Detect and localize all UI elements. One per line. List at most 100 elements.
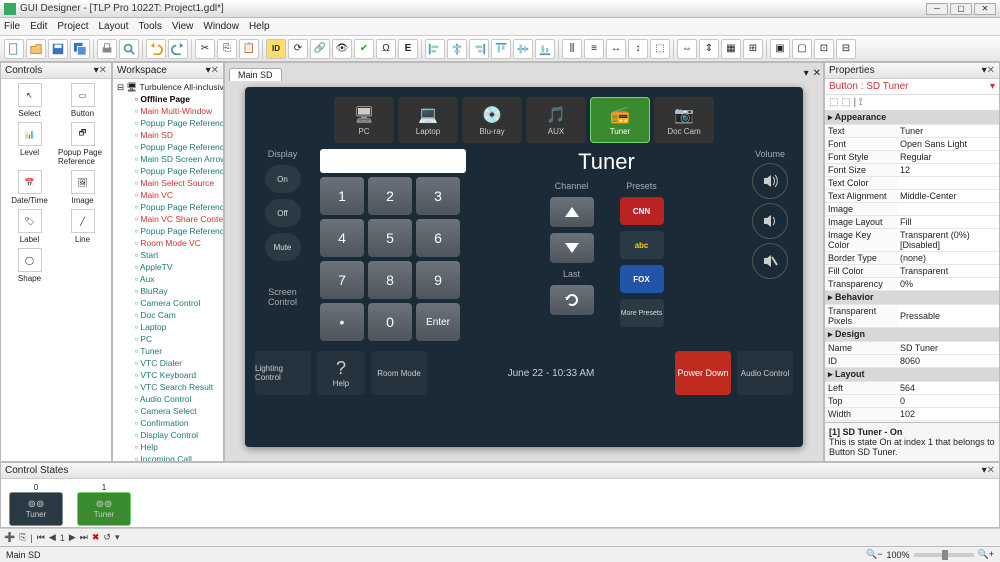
- menu-project[interactable]: Project: [57, 21, 88, 32]
- panel-close-icon[interactable]: ✕: [99, 65, 107, 76]
- id-icon[interactable]: ID: [266, 39, 286, 59]
- prop-value[interactable]: Pressable: [897, 305, 999, 328]
- minimize-button[interactable]: ─: [926, 3, 948, 15]
- tree-item[interactable]: ▫ Camera Control: [115, 297, 221, 309]
- align-left-icon[interactable]: [425, 39, 445, 59]
- align-center-h-icon[interactable]: [447, 39, 467, 59]
- key-9[interactable]: 9: [416, 261, 460, 299]
- omega-icon[interactable]: Ω: [376, 39, 396, 59]
- key-3[interactable]: 3: [416, 177, 460, 215]
- menu-file[interactable]: File: [4, 21, 20, 32]
- menu-icon[interactable]: ▾: [115, 532, 120, 543]
- design-tab[interactable]: Main SD: [229, 68, 282, 81]
- snap-icon[interactable]: ⊞: [743, 39, 763, 59]
- last-icon[interactable]: ⏭: [80, 532, 88, 543]
- same-height-icon[interactable]: ↕: [628, 39, 648, 59]
- tab-close-icon[interactable]: ✕: [811, 66, 823, 81]
- align-top-icon[interactable]: [491, 39, 511, 59]
- source-doc cam[interactable]: 📷Doc Cam: [654, 97, 714, 143]
- prop-category[interactable]: ▸ Design: [825, 328, 999, 342]
- key-•[interactable]: •: [320, 303, 364, 341]
- space-h-icon[interactable]: ⇔: [677, 39, 697, 59]
- tree-item[interactable]: ▫ Offline Page: [115, 93, 221, 105]
- tree-item[interactable]: ▫ Main SD: [115, 129, 221, 141]
- group-icon[interactable]: ⊡: [814, 39, 834, 59]
- preview-icon[interactable]: [119, 39, 139, 59]
- prop-value[interactable]: Fill: [897, 216, 999, 229]
- refresh-icon[interactable]: ⟳: [288, 39, 308, 59]
- screen-control-label[interactable]: Screen Control: [255, 287, 310, 307]
- tree-item[interactable]: ▫ AppleTV: [115, 261, 221, 273]
- space-v-icon[interactable]: ⇕: [699, 39, 719, 59]
- channel-down-button[interactable]: [550, 233, 594, 263]
- prop-value[interactable]: Transparent: [897, 265, 999, 278]
- preset-fox[interactable]: FOX: [620, 265, 664, 293]
- prop-value[interactable]: [897, 203, 999, 216]
- control-level[interactable]: 📊Level: [5, 122, 54, 166]
- maximize-button[interactable]: ▢: [950, 3, 972, 15]
- prop-category[interactable]: ▸ Behavior: [825, 291, 999, 305]
- control-shape[interactable]: ◯Shape: [5, 248, 54, 283]
- zoom-out-icon[interactable]: 🔍−: [866, 549, 882, 560]
- prop-value[interactable]: 102: [897, 408, 999, 421]
- print-icon[interactable]: [97, 39, 117, 59]
- tree-item[interactable]: ▫ Popup Page Reference1: [115, 117, 221, 129]
- saveall-icon[interactable]: [70, 39, 90, 59]
- power-down-button[interactable]: Power Down: [675, 351, 731, 395]
- control-label[interactable]: 🏷Label: [5, 209, 54, 244]
- prop-value[interactable]: 0%: [897, 278, 999, 291]
- close-button[interactable]: ✕: [974, 3, 996, 15]
- tree-item[interactable]: ▫ Incoming Call: [115, 453, 221, 461]
- key-0[interactable]: 0: [368, 303, 412, 341]
- prev-icon[interactable]: ◀: [49, 532, 56, 543]
- source-blu-ray[interactable]: 💿Blu-ray: [462, 97, 522, 143]
- control-image[interactable]: 🖼Image: [58, 170, 107, 205]
- tree-item[interactable]: ▫ Tuner: [115, 345, 221, 357]
- distribute-v-icon[interactable]: ≡: [584, 39, 604, 59]
- prop-category[interactable]: ▸ Layout: [825, 368, 999, 382]
- paste-icon[interactable]: 📋: [239, 39, 259, 59]
- tree-item[interactable]: ▫ VTC Search Result: [115, 381, 221, 393]
- tab-dropdown-icon[interactable]: ▾: [802, 66, 811, 81]
- control-button[interactable]: ▭Button: [58, 83, 107, 118]
- more-presets-button[interactable]: More Presets: [620, 299, 664, 327]
- copy-icon[interactable]: ⎘: [217, 39, 237, 59]
- tree-item[interactable]: ▫ VTC Dialer: [115, 357, 221, 369]
- lighting-control-button[interactable]: Lighting Control: [255, 351, 311, 395]
- tree-item[interactable]: ▫ Audio Control: [115, 393, 221, 405]
- preset-cnn[interactable]: CNN: [620, 197, 664, 225]
- delete-icon[interactable]: ✖: [92, 532, 100, 543]
- tree-item[interactable]: ▫ Room Mode VC: [115, 237, 221, 249]
- zoom-in-icon[interactable]: 🔍+: [978, 549, 994, 560]
- last-button[interactable]: [550, 285, 594, 315]
- prop-value[interactable]: Middle-Center: [897, 190, 999, 203]
- tree-item[interactable]: ▫ Doc Cam: [115, 309, 221, 321]
- grid-icon[interactable]: ▦: [721, 39, 741, 59]
- tree-item[interactable]: ▫ Popup Page Reference1: [115, 165, 221, 177]
- control-states-toolbar[interactable]: ➕ ⎘ | ⏮ ◀ 1 ▶ ⏭ ✖ ↺ ▾: [0, 528, 1000, 546]
- menu-layout[interactable]: Layout: [98, 21, 128, 32]
- prop-category[interactable]: ▸ Appearance: [825, 111, 999, 125]
- key-1[interactable]: 1: [320, 177, 364, 215]
- volume-mute-button[interactable]: [752, 243, 788, 279]
- prop-value[interactable]: 8060: [897, 355, 999, 368]
- tree-item[interactable]: ▫ Popup Page Reference1: [115, 141, 221, 153]
- tree-root[interactable]: ⊟ 🖥 Turbulence All-inclusive 1022: [115, 81, 221, 93]
- source-laptop[interactable]: 💻Laptop: [398, 97, 458, 143]
- new-icon[interactable]: [4, 39, 24, 59]
- tree-item[interactable]: ▫ Help: [115, 441, 221, 453]
- key-8[interactable]: 8: [368, 261, 412, 299]
- align-bottom-icon[interactable]: [535, 39, 555, 59]
- tree-item[interactable]: ▫ Popup Page Reference1: [115, 201, 221, 213]
- room-mode-button[interactable]: Room Mode: [371, 351, 427, 395]
- prop-value[interactable]: Tuner: [897, 125, 999, 138]
- key-4[interactable]: 4: [320, 219, 364, 257]
- tree-item[interactable]: ▫ Start: [115, 249, 221, 261]
- menu-window[interactable]: Window: [203, 21, 239, 32]
- mute-button[interactable]: Mute: [265, 233, 301, 261]
- tree-item[interactable]: ▫ Aux: [115, 273, 221, 285]
- tree-item[interactable]: ▫ PC: [115, 333, 221, 345]
- volume-up-button[interactable]: [752, 163, 788, 199]
- first-icon[interactable]: ⏮: [37, 532, 45, 543]
- panel-close-icon[interactable]: ✕: [987, 65, 995, 76]
